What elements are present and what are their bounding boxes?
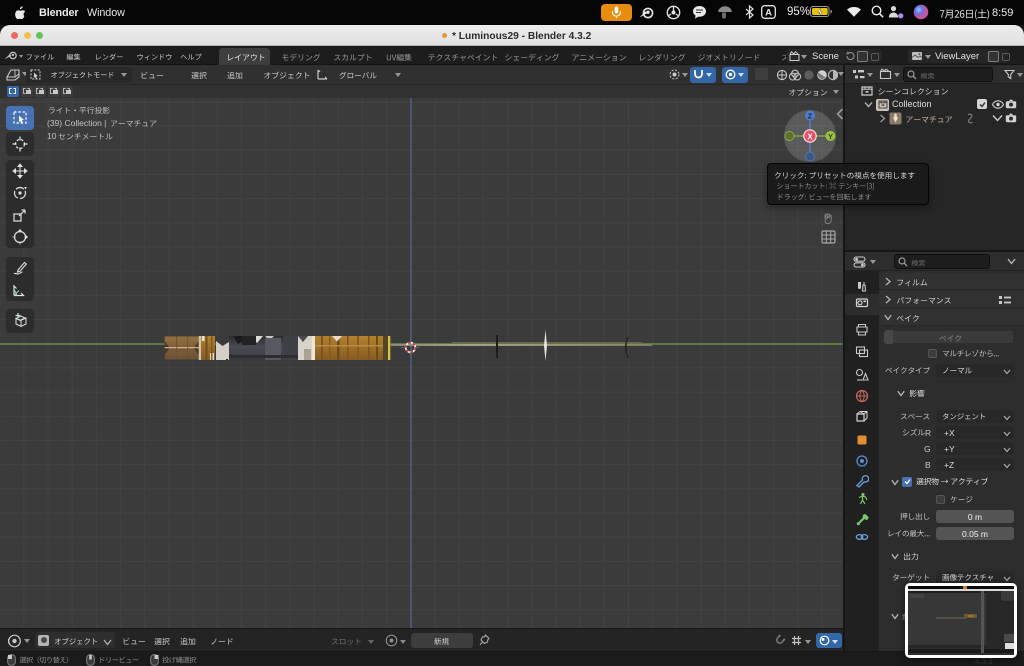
svg-text:X: X [807,132,813,141]
svg-text:Z: Z [808,111,813,120]
svg-text:A: A [765,8,772,19]
svg-text:Y: Y [828,132,833,141]
